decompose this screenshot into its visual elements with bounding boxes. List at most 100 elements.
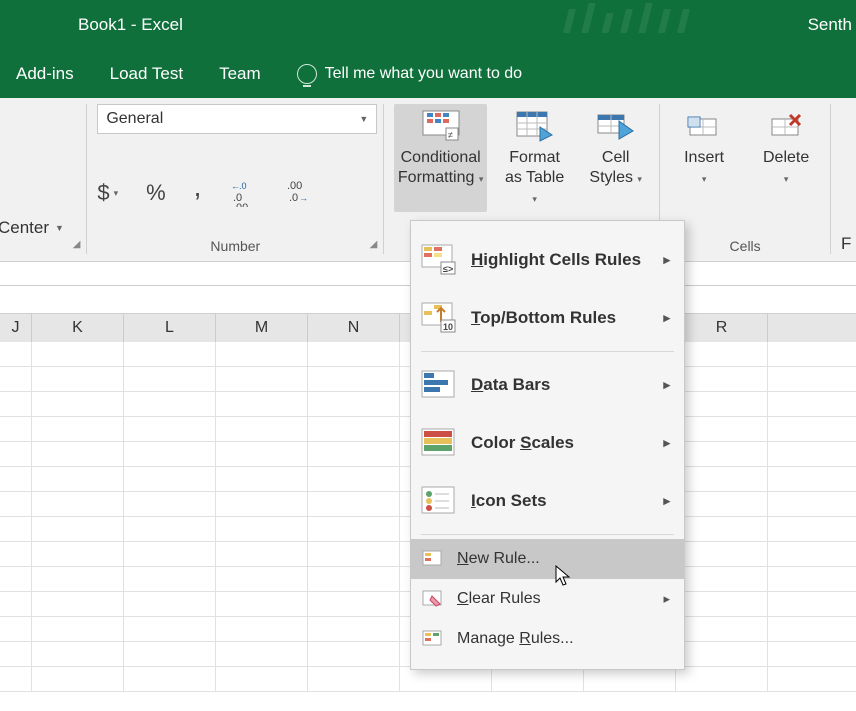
partial-button[interactable]: F	[841, 214, 846, 254]
grid-cell[interactable]	[768, 392, 856, 417]
grid-cell[interactable]	[32, 492, 124, 517]
grid-cell[interactable]	[308, 492, 400, 517]
grid-cell[interactable]	[676, 467, 768, 492]
grid-cell[interactable]	[124, 392, 216, 417]
grid-cell[interactable]	[308, 417, 400, 442]
grid-cell[interactable]	[216, 367, 308, 392]
comma-button[interactable]: ,	[194, 171, 202, 203]
grid-cell[interactable]	[492, 667, 584, 692]
percent-button[interactable]: %	[146, 180, 166, 206]
grid-cell[interactable]	[124, 542, 216, 567]
grid-cell[interactable]	[768, 642, 856, 667]
grid-cell[interactable]	[0, 342, 32, 367]
col-header[interactable]: R	[676, 314, 768, 342]
grid-cell[interactable]	[216, 492, 308, 517]
conditional-formatting-button[interactable]: ≠ Conditional Formatting ▾	[394, 104, 487, 212]
grid-cell[interactable]	[124, 417, 216, 442]
grid-cell[interactable]	[676, 517, 768, 542]
grid-cell[interactable]	[308, 442, 400, 467]
grid-cell[interactable]	[676, 367, 768, 392]
grid-cell[interactable]	[676, 542, 768, 567]
grid-cell[interactable]	[0, 592, 32, 617]
delete-button[interactable]: Delete▾	[752, 104, 820, 192]
tab-team[interactable]: Team	[219, 64, 261, 84]
decrease-decimal-button[interactable]: .00 → .0	[285, 179, 313, 207]
grid-cell[interactable]	[768, 342, 856, 367]
grid-cell[interactable]	[676, 442, 768, 467]
grid-cell[interactable]	[216, 342, 308, 367]
grid-cell[interactable]	[32, 567, 124, 592]
dialog-launcher-icon[interactable]: ◢	[73, 239, 81, 250]
grid-cell[interactable]	[676, 667, 768, 692]
center-button[interactable]: Center ▼	[0, 218, 64, 238]
grid-cell[interactable]	[308, 592, 400, 617]
cell-styles-button[interactable]: Cell Styles ▾	[582, 104, 649, 212]
insert-button[interactable]: Insert▾	[670, 104, 738, 192]
grid-cell[interactable]	[768, 442, 856, 467]
grid-cell[interactable]	[768, 617, 856, 642]
grid-cell[interactable]	[768, 467, 856, 492]
grid-cell[interactable]	[308, 392, 400, 417]
grid-cell[interactable]	[308, 642, 400, 667]
grid-cell[interactable]	[0, 542, 32, 567]
menu-manage-rules[interactable]: Manage Rules...	[411, 619, 684, 659]
grid-cell[interactable]	[32, 392, 124, 417]
grid-cell[interactable]	[584, 667, 676, 692]
grid-cell[interactable]	[0, 492, 32, 517]
grid-cell[interactable]	[216, 642, 308, 667]
grid-cell[interactable]	[124, 667, 216, 692]
grid-cell[interactable]	[124, 617, 216, 642]
grid-cell[interactable]	[768, 517, 856, 542]
grid-cell[interactable]	[216, 617, 308, 642]
grid-cell[interactable]	[216, 442, 308, 467]
col-header[interactable]: L	[124, 314, 216, 342]
grid-cell[interactable]	[308, 542, 400, 567]
grid-cell[interactable]	[216, 392, 308, 417]
grid-cell[interactable]	[32, 342, 124, 367]
grid-cell[interactable]	[216, 592, 308, 617]
tab-addins[interactable]: Add-ins	[16, 64, 74, 84]
number-format-dropdown[interactable]: General ▼	[97, 104, 377, 134]
grid-cell[interactable]	[308, 567, 400, 592]
grid-cell[interactable]	[768, 667, 856, 692]
menu-data-bars[interactable]: Data Bars ▸	[411, 356, 684, 414]
grid-cell[interactable]	[32, 667, 124, 692]
grid-cell[interactable]	[124, 642, 216, 667]
grid-cell[interactable]	[32, 517, 124, 542]
grid-cell[interactable]	[216, 417, 308, 442]
grid-cell[interactable]	[216, 517, 308, 542]
menu-new-rule[interactable]: New Rule...	[411, 539, 684, 579]
grid-cell[interactable]	[216, 467, 308, 492]
grid-cell[interactable]	[124, 442, 216, 467]
col-header[interactable]: J	[0, 314, 32, 342]
menu-top-bottom[interactable]: 10 Top/Bottom Rules ▸	[411, 289, 684, 347]
grid-cell[interactable]	[768, 367, 856, 392]
grid-cell[interactable]	[124, 492, 216, 517]
menu-icon-sets[interactable]: Icon Sets ▸	[411, 472, 684, 530]
grid-cell[interactable]	[400, 667, 492, 692]
grid-cell[interactable]	[32, 367, 124, 392]
grid-cell[interactable]	[768, 417, 856, 442]
grid-cell[interactable]	[0, 642, 32, 667]
grid-cell[interactable]	[124, 592, 216, 617]
grid-cell[interactable]	[0, 617, 32, 642]
grid-cell[interactable]	[676, 392, 768, 417]
dialog-launcher-icon[interactable]: ◢	[370, 239, 378, 250]
grid-cell[interactable]	[768, 567, 856, 592]
grid-cell[interactable]	[0, 442, 32, 467]
grid-cell[interactable]	[32, 592, 124, 617]
col-header[interactable]: K	[32, 314, 124, 342]
grid-cell[interactable]	[216, 542, 308, 567]
grid-cell[interactable]	[124, 467, 216, 492]
grid-cell[interactable]	[676, 617, 768, 642]
grid-cell[interactable]	[32, 617, 124, 642]
grid-cell[interactable]	[0, 517, 32, 542]
grid-cell[interactable]	[676, 642, 768, 667]
col-header[interactable]: M	[216, 314, 308, 342]
increase-decimal-button[interactable]: ← .0 .0 .00	[229, 179, 257, 207]
grid-cell[interactable]	[32, 542, 124, 567]
grid-cell[interactable]	[676, 492, 768, 517]
format-as-table-button[interactable]: Format as Table ▾	[501, 104, 568, 212]
grid-cell[interactable]	[32, 417, 124, 442]
menu-highlight-cells[interactable]: ≤> Highlight Cells Rules ▸	[411, 231, 684, 289]
